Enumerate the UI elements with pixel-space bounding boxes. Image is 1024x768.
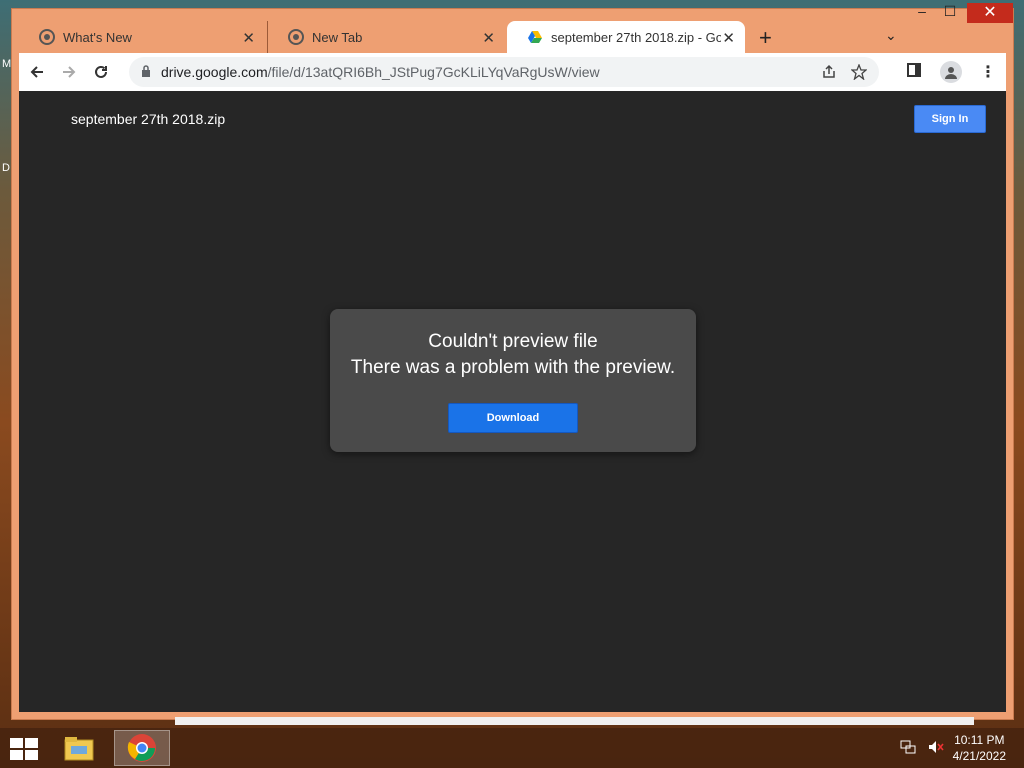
browser-window: – ☐ ✕ What's New ✕ New Tab ✕ september 2… [11,3,1014,720]
maximize-button[interactable]: ☐ [936,3,964,23]
chrome-taskbar-button[interactable] [114,730,170,766]
profile-avatar-icon[interactable] [940,61,962,83]
tab-drive-file[interactable]: september 27th 2018.zip - Goog ✕ [507,21,745,53]
new-tab-button[interactable]: + [759,25,772,51]
network-icon[interactable] [900,740,916,759]
lock-icon [141,64,151,80]
close-tab-icon[interactable]: ✕ [242,29,255,47]
url-host: drive.google.com [161,64,268,80]
url-path: /file/d/13atQRI6Bh_JStPug7GcKLiLYqVaRgUs… [267,64,600,80]
error-message: There was a problem with the preview. [350,357,676,378]
clock-time: 10:11 PM [954,733,1005,747]
horizontal-scrollbar[interactable] [175,717,974,725]
chrome-icon [288,29,304,45]
file-explorer-taskbar-button[interactable] [51,730,107,766]
drive-file-viewer: september 27th 2018.zip Sign In Couldn't… [19,91,1006,712]
tab-strip: What's New ✕ New Tab ✕ september 27th 20… [19,21,1006,53]
desktop-icon-label: M [2,58,12,70]
menu-kebab-icon[interactable]: ⋮ [980,62,996,82]
tab-search-chevron-icon[interactable]: ⌄ [885,27,897,44]
windows-start-icon[interactable] [10,738,38,760]
folder-icon [64,737,94,761]
back-arrow-icon [30,66,43,78]
tab-label: What's New [63,29,132,45]
tab-label: september 27th 2018.zip - Goog [551,29,721,45]
forward-arrow-icon [63,66,76,78]
browser-toolbar: drive.google.com/file/d/13atQRI6Bh_JStPu… [19,53,1006,91]
tab-label: New Tab [312,29,363,45]
chrome-icon [127,734,156,762]
download-button[interactable]: Download [448,403,578,433]
clock-date: 4/21/2022 [952,749,1006,763]
chrome-icon [39,29,55,45]
side-panel-icon[interactable] [906,62,922,83]
address-bar[interactable]: drive.google.com/file/d/13atQRI6Bh_JStPu… [129,57,879,87]
close-window-button[interactable]: ✕ [967,3,1013,23]
error-title: Couldn't preview file [428,331,598,352]
taskbar-clock[interactable]: 10:11 PM 4/21/2022 [953,732,1006,764]
sign-in-button[interactable]: Sign In [914,105,986,133]
tab-new-tab[interactable]: New Tab ✕ [267,21,505,53]
taskbar: 10:11 PM 4/21/2022 [0,728,1024,768]
bookmark-star-icon[interactable] [850,63,868,83]
back-button[interactable] [23,58,51,86]
reload-button[interactable] [87,58,115,86]
tab-whats-new[interactable]: What's New ✕ [19,21,265,53]
preview-error-dialog: Couldn't preview file There was a proble… [330,309,696,452]
minimize-button[interactable]: – [908,3,936,23]
desktop-icon-label: D [2,162,10,174]
forward-button[interactable] [55,58,83,86]
close-tab-icon[interactable]: ✕ [482,29,495,47]
system-tray [900,740,944,759]
volume-muted-icon[interactable] [928,740,944,759]
share-icon[interactable] [821,64,837,83]
close-tab-icon[interactable]: ✕ [722,29,735,47]
google-drive-icon [527,29,543,45]
reload-icon [95,65,107,78]
file-title: september 27th 2018.zip [71,111,226,127]
